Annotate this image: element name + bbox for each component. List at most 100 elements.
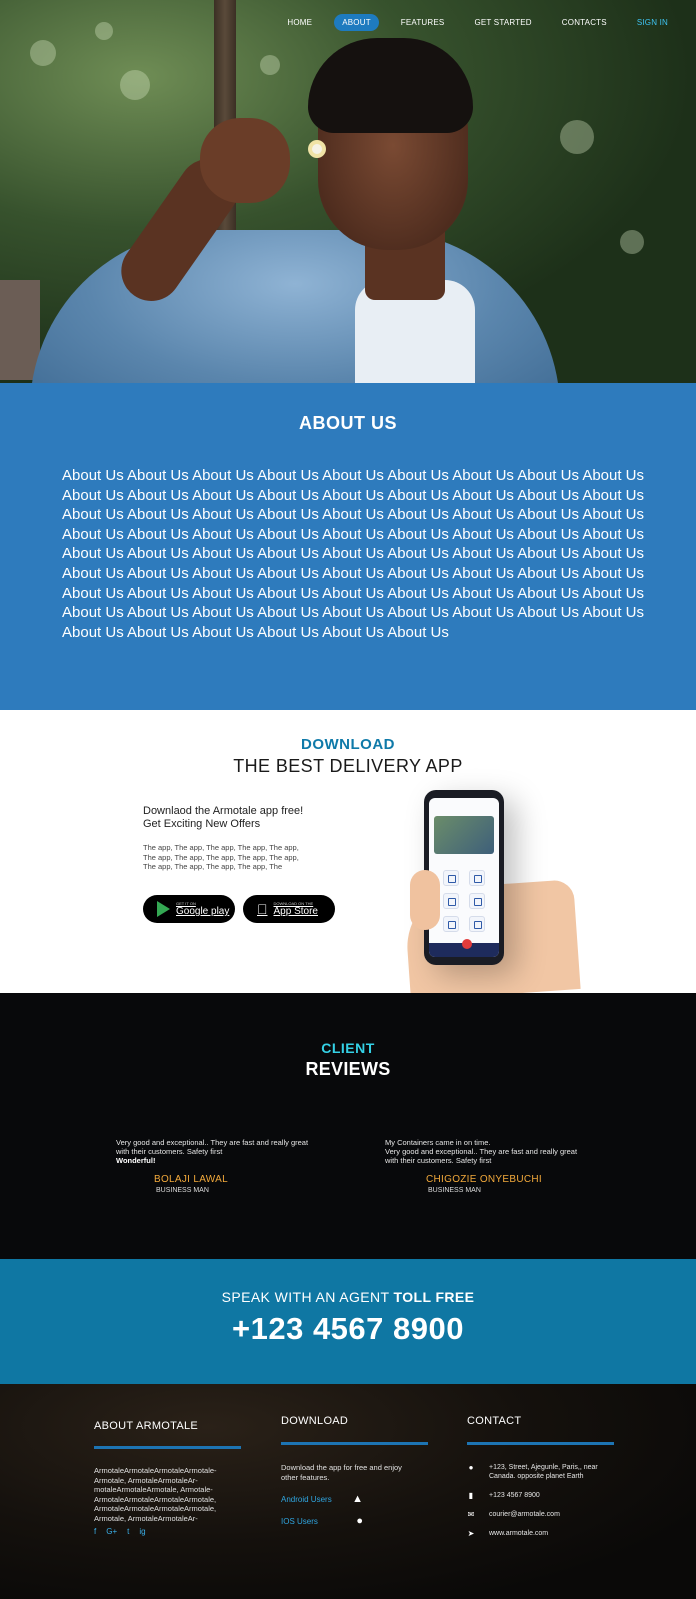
reviews-kicker: CLIENT — [321, 1040, 375, 1056]
reviews-headline: REVIEWS — [305, 1059, 391, 1079]
mobile-phone-icon: ▮ — [468, 1491, 474, 1500]
about-body: About Us About Us About Us About Us Abou… — [62, 467, 645, 641]
google-play-button[interactable]: GET IT ON Google play — [143, 895, 235, 923]
contact-web: ➤ www.armotale.com — [467, 1529, 614, 1538]
instagram-icon[interactable]: ig — [139, 1527, 145, 1536]
footer-divider — [94, 1446, 241, 1449]
about-section: ABOUT US About Us About Us About Us Abou… — [0, 383, 696, 710]
android-users-label: Android Users — [281, 1494, 332, 1504]
bokeh-light — [260, 55, 280, 75]
apple-icon:  — [257, 901, 268, 917]
toll-free-phone[interactable]: +123 4567 8900 — [0, 1311, 696, 1347]
toll-free-section: SPEAK WITH AN AGENT TOLL FREE +123 4567 … — [0, 1259, 696, 1384]
google-plus-icon[interactable]: G+ — [106, 1527, 117, 1536]
download-lead: Downlaod the Armotale app free! Get Exci… — [143, 805, 343, 831]
phone-text[interactable]: +123 4567 8900 — [489, 1491, 540, 1500]
footer-about-title: ABOUT ARMOTALE — [94, 1420, 199, 1432]
envelope-icon: ✉ — [467, 1510, 475, 1519]
app-tile-icon — [443, 916, 459, 932]
nav-home[interactable]: HOME — [279, 14, 320, 31]
reviewer-role: BUSINESS MAN — [156, 1187, 209, 1194]
bokeh-light — [620, 230, 644, 254]
email-text[interactable]: courier@armotale.com — [489, 1510, 560, 1519]
background-building — [0, 280, 40, 380]
person-hand — [200, 118, 290, 203]
main-nav: HOME ABOUT FEATURES GET STARTED CONTACTS… — [279, 14, 676, 31]
download-lead-line-1: Downlaod the Armotale app free! — [143, 805, 304, 817]
footer-app-links: Android Users ▲ IOS Users ● — [281, 1493, 428, 1527]
app-store-big: App Store — [263, 906, 318, 917]
toll-free-heading: SPEAK WITH AN AGENT TOLL FREE — [0, 1289, 696, 1305]
google-play-big: Google play — [176, 906, 230, 917]
address-text: +123, Street, Ajegunle, Paris,, near Can… — [489, 1464, 598, 1480]
person-jacket — [30, 230, 560, 383]
footer-download-column: DOWNLOAD Download the app for free and e… — [281, 1415, 428, 1537]
app-fab-button — [462, 939, 472, 949]
app-banner-photo — [434, 816, 494, 854]
android-users-link[interactable]: Android Users ▲ — [281, 1493, 363, 1505]
footer: ABOUT ARMOTALE ArmotaleArmotaleArmotaleA… — [0, 1384, 696, 1599]
web-text[interactable]: www.armotale.com — [489, 1529, 548, 1538]
contact-list: ● +123, Street, Ajegunle, Paris,, near C… — [467, 1463, 614, 1538]
app-tile-icon — [443, 893, 459, 909]
app-store-label: Download on the App Store — [274, 901, 318, 917]
contact-email: ✉ courier@armotale.com — [467, 1510, 614, 1519]
ios-users-link[interactable]: IOS Users ● — [281, 1515, 363, 1527]
nav-features[interactable]: FEATURES — [393, 14, 453, 31]
app-tile-icon — [469, 893, 485, 909]
review-card: My Containers came in on time. Very good… — [385, 1138, 590, 1195]
download-kicker: DOWNLOAD — [301, 736, 395, 753]
social-links: f G+ t ig — [94, 1527, 241, 1536]
cursor-icon: ➤ — [467, 1529, 475, 1538]
phone-screen — [429, 798, 499, 957]
nav-get-started[interactable]: GET STARTED — [466, 14, 539, 31]
apple-icon: ● — [356, 1515, 363, 1527]
review-text: Very good and exceptional.. They are fas… — [116, 1138, 309, 1156]
app-store-button[interactable]:  Download on the App Store — [243, 895, 335, 923]
location-pin-icon: ● — [468, 1463, 474, 1472]
review-text-first-line: My Containers came in on time. — [385, 1138, 491, 1147]
contact-phone: ▮ +123 4567 8900 — [467, 1491, 614, 1500]
toll-free-heading-bold: TOLL FREE — [393, 1289, 475, 1305]
review-text: Very good and exceptional.. They are fas… — [385, 1147, 578, 1165]
footer-about-column: ABOUT ARMOTALE ArmotaleArmotaleArmotaleA… — [94, 1420, 241, 1536]
nav-sign-in[interactable]: SIGN IN — [629, 14, 676, 31]
footer-contact-title: CONTACT — [467, 1415, 522, 1427]
footer-about-text: ArmotaleArmotaleArmotaleArmotale-Armotal… — [94, 1466, 217, 1523]
bokeh-light — [120, 70, 150, 100]
google-play-label: GET IT ON Google play — [176, 901, 229, 917]
nav-about[interactable]: ABOUT — [334, 14, 379, 31]
nav-contacts[interactable]: CONTACTS — [554, 14, 615, 31]
toll-free-heading-plain: SPEAK WITH AN AGENT — [221, 1289, 394, 1305]
footer-divider — [281, 1442, 428, 1445]
person-hair — [308, 38, 473, 133]
download-headline: THE BEST DELIVERY APP — [233, 756, 463, 776]
download-section: DOWNLOAD THE BEST DELIVERY APP Downlaod … — [0, 710, 696, 1001]
download-description: The app, The app, The app, The app, The … — [143, 843, 299, 871]
android-icon: ▲ — [352, 1493, 363, 1505]
google-play-icon — [157, 901, 170, 917]
download-lead-line-2: Get Exciting New Offers — [143, 818, 261, 830]
reviews-section: CLIENT REVIEWS Very good and exceptional… — [0, 993, 696, 1259]
reviewer-role: BUSINESS MAN — [428, 1187, 481, 1194]
bokeh-light — [560, 120, 594, 154]
footer-divider — [467, 1442, 614, 1445]
app-tile-icon — [469, 916, 485, 932]
contact-address: ● +123, Street, Ajegunle, Paris,, near C… — [467, 1463, 614, 1481]
reviewer-name: CHIGOZIE ONYEBUCHI — [426, 1174, 542, 1185]
footer-download-title: DOWNLOAD — [281, 1415, 349, 1427]
reviewer-name: BOLAJI LAWAL — [154, 1174, 228, 1185]
footer-contact-column: CONTACT ● +123, Street, Ajegunle, Paris,… — [467, 1415, 614, 1548]
hero-section: HOME ABOUT FEATURES GET STARTED CONTACTS… — [0, 0, 696, 383]
footer-download-text: Download the app for free and enjoy othe… — [281, 1463, 402, 1482]
twitter-icon[interactable]: t — [127, 1527, 129, 1536]
daisy-flower — [308, 140, 326, 158]
about-title: ABOUT US — [299, 413, 397, 433]
review-card: Very good and exceptional.. They are fas… — [116, 1138, 321, 1195]
phone-in-hand-image — [403, 790, 582, 1001]
ios-users-label: IOS Users — [281, 1516, 318, 1526]
thumb-image — [410, 870, 440, 930]
bokeh-light — [30, 40, 56, 66]
facebook-icon[interactable]: f — [94, 1527, 96, 1536]
app-tile-icon — [469, 870, 485, 886]
